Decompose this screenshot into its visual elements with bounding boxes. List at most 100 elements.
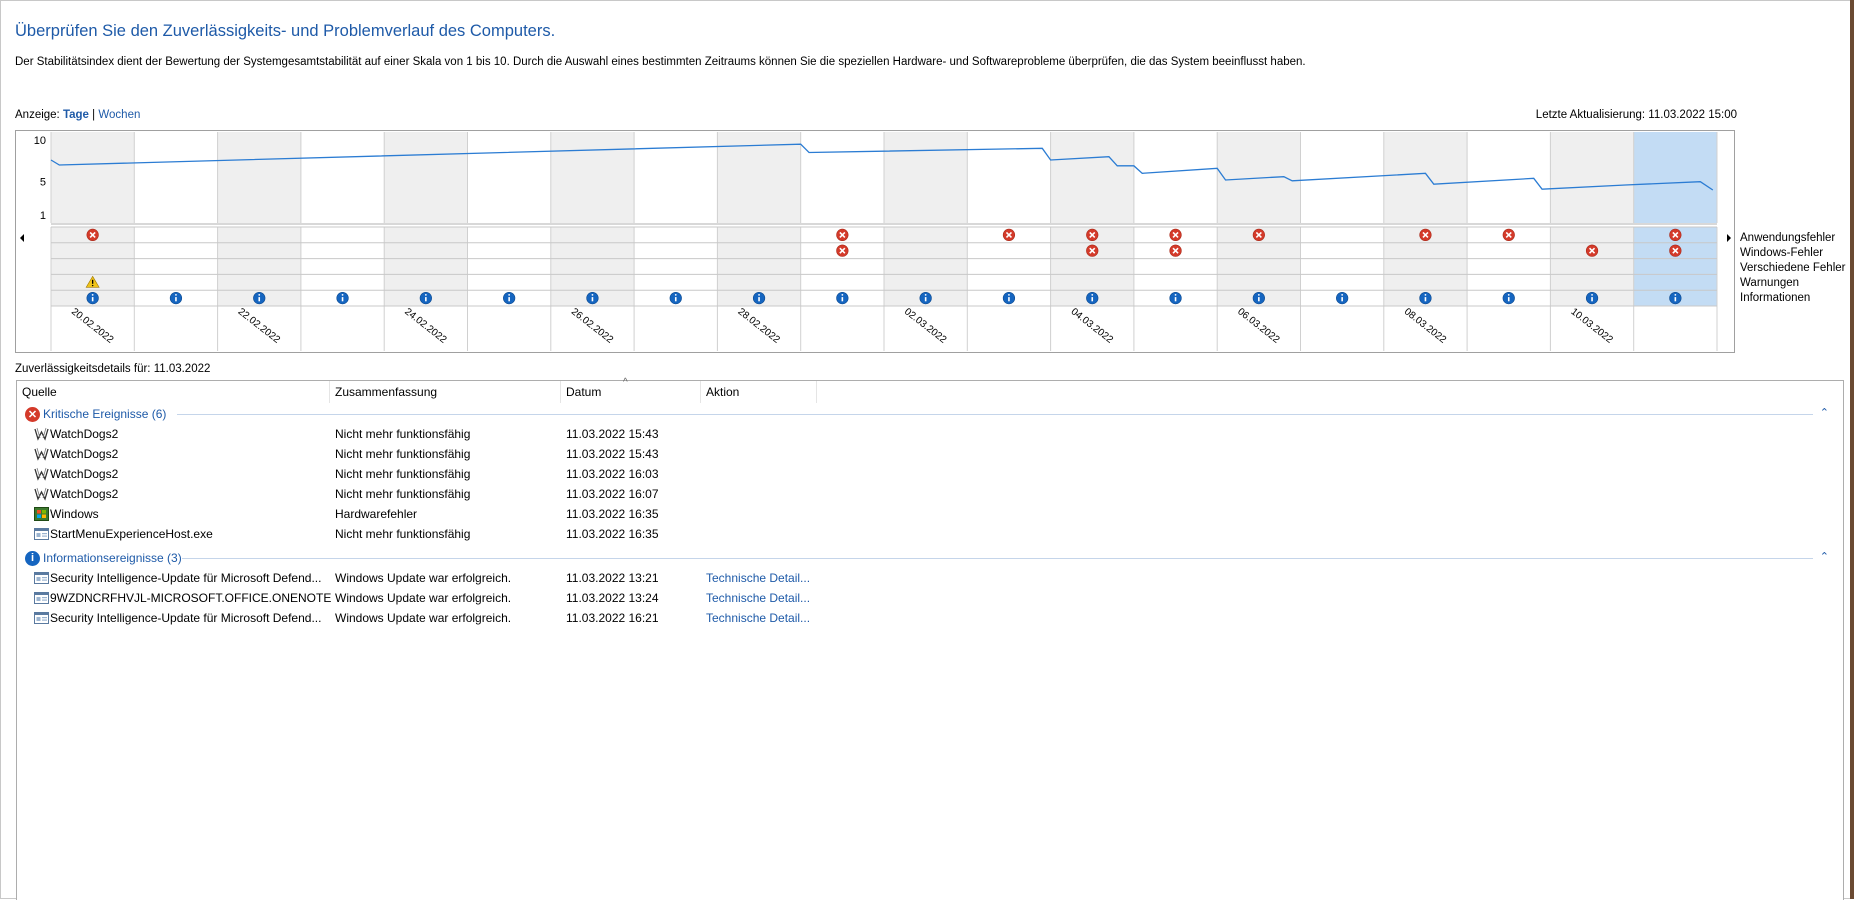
table-row[interactable]: Security Intelligence-Update für Microso… [17, 569, 1843, 588]
info-icon [836, 292, 849, 305]
y-tick-label: 5 [40, 177, 46, 189]
summary-cell: Nicht mehr funktionsfähig [335, 527, 471, 541]
watchdogs-icon [34, 487, 49, 501]
info-icon [1502, 292, 1515, 305]
table-row[interactable]: WatchDogs2 Nicht mehr funktionsfähig 11.03… [17, 485, 1843, 504]
error-icon [1585, 244, 1599, 257]
selected-column-chart [1633, 132, 1717, 223]
summary-cell: Windows Update war erfolgreich. [335, 591, 512, 605]
events-list[interactable]: Quelle Zusammenfassung Datum Aktion ^ ✕ K… [16, 377, 1844, 900]
info-icon [669, 292, 682, 305]
table-row[interactable]: WatchDogs2 Nicht mehr funktionsfähig 11.03… [17, 465, 1843, 484]
table-row[interactable]: Windows Hardwarefehler 11.03.2022 16:35 [17, 505, 1843, 524]
desktop-edge [1850, 0, 1854, 899]
table-row[interactable]: Security Intelligence-Update für Microso… [17, 609, 1843, 628]
collapse-chevron-icon[interactable]: ⌃ [1820, 550, 1829, 563]
info-icon-dot [591, 294, 594, 296]
action-link[interactable]: Technische Detail... [706, 591, 810, 605]
error-icon [1169, 228, 1182, 241]
table-row[interactable]: WatchDogs2 Nicht mehr funktionsfähig 11.03… [17, 445, 1843, 464]
table-row[interactable]: StartMenuExperienceHost.exe Nicht mehr fu… [17, 525, 1843, 544]
info-icon [253, 292, 266, 305]
summary-cell: Nicht mehr funktionsfähig [335, 467, 471, 481]
info-icon [1252, 292, 1265, 305]
last-update: Letzte Aktualisierung: 11.03.2022 15:00 [1535, 109, 1737, 121]
summary-cell: Nicht mehr funktionsfähig [335, 427, 471, 441]
watchdogs-icon [34, 467, 49, 481]
error-icon [1169, 244, 1182, 257]
chart-shade-column [384, 132, 468, 223]
stability-chart[interactable]: 105120.02.2022 22.02.2022 24.02.2022 26.02.… [15, 130, 1735, 353]
error-icon [1086, 244, 1099, 257]
info-icon-dot [424, 294, 427, 296]
source-cell: Windows [50, 507, 99, 521]
info-icon-dot [508, 294, 511, 296]
info-icon-dot [1424, 294, 1427, 296]
chart-shade-column [550, 132, 635, 223]
source-cell: 9WZDNCRFHVJL-MICROSOFT.OFFICE.ONENOTE [50, 591, 332, 605]
chart-shade-column [1550, 132, 1634, 223]
error-icon [1252, 228, 1265, 241]
error-icon [836, 244, 849, 257]
view-days-link[interactable]: Tage [63, 109, 89, 121]
info-icon [419, 292, 432, 305]
column-header-date[interactable]: Datum [561, 381, 701, 403]
summary-cell: Nicht mehr funktionsfähig [335, 447, 471, 461]
date-cell: 11.03.2022 15:43 [566, 427, 659, 441]
info-icon-dot [1257, 294, 1260, 296]
legend-windows-errors: Windows-Fehler [1740, 247, 1824, 259]
chart-shade-column [51, 132, 135, 223]
column-header-action[interactable]: Aktion [701, 381, 817, 403]
info-icon [503, 292, 516, 305]
app-window-icon [34, 591, 49, 605]
info-icon [1419, 292, 1432, 305]
source-cell: StartMenuExperienceHost.exe [50, 527, 213, 541]
chart-shade-column [1383, 132, 1468, 223]
error-icon [1419, 228, 1432, 241]
source-cell: Security Intelligence-Update für Microso… [50, 571, 322, 585]
info-icon: i [25, 550, 40, 566]
group-header-critical[interactable]: ✕ Kritische Ereignisse (6) [25, 405, 166, 423]
chart-shade-column [1050, 132, 1134, 223]
source-cell: WatchDogs2 [50, 427, 119, 441]
sort-indicator: ^ [623, 377, 628, 388]
table-row[interactable]: WatchDogs2 Nicht mehr funktionsfähig 11.03… [17, 425, 1843, 444]
y-tick-label: 10 [34, 135, 46, 147]
watchdogs-icon [34, 447, 49, 461]
info-icon-dot [758, 294, 760, 296]
collapse-chevron-icon[interactable]: ⌃ [1820, 406, 1829, 419]
details-label: Zuverlässigkeitsdetails für: 11.03.2022 [15, 363, 211, 375]
legend-information: Informationen [1740, 292, 1811, 304]
date-cell: 11.03.2022 16:35 [566, 527, 659, 541]
error-icon [1086, 228, 1099, 241]
view-label: Anzeige: [15, 109, 60, 121]
page-description: Der Stabilitätsindex dient der Bewertung… [15, 56, 1306, 68]
table-row[interactable]: 9WZDNCRFHVJL-MICROSOFT.OFFICE.ONENOTE Win… [17, 589, 1843, 608]
column-header-source[interactable]: Quelle [17, 381, 330, 403]
action-link[interactable]: Technische Detail... [706, 611, 810, 625]
error-icon [1669, 228, 1682, 241]
action-link[interactable]: Technische Detail... [706, 571, 810, 585]
date-cell: 11.03.2022 13:21 [566, 571, 659, 585]
legend-app-errors: Anwendungsfehler [1740, 232, 1836, 244]
view-weeks-link[interactable]: Wochen [98, 109, 140, 121]
info-icon [752, 292, 766, 305]
info-icon [1669, 292, 1682, 305]
error-icon [86, 228, 99, 241]
info-icon [1086, 292, 1099, 305]
summary-cell: Hardwarefehler [335, 507, 418, 521]
error-icon [1669, 244, 1682, 257]
info-icon-dot [341, 294, 344, 296]
group-title: Kritische Ereignisse (6) [43, 407, 167, 421]
group-divider [182, 558, 1813, 559]
info-icon [1336, 292, 1349, 305]
date-cell: 11.03.2022 16:07 [566, 487, 659, 501]
warning-icon-dot [91, 284, 94, 287]
legend-warnings: Warnungen [1740, 277, 1800, 289]
page-title: Überprüfen Sie den Zuverlässigkeits- und… [15, 22, 556, 40]
column-header-summary[interactable]: Zusammenfassung [330, 381, 561, 403]
source-cell: WatchDogs2 [50, 447, 119, 461]
group-header-information[interactable]: i Informationsereignisse (3) [25, 549, 182, 567]
date-cell: 11.03.2022 16:03 [566, 467, 659, 481]
legend-misc-errors: Verschiedene Fehler [1740, 262, 1846, 274]
